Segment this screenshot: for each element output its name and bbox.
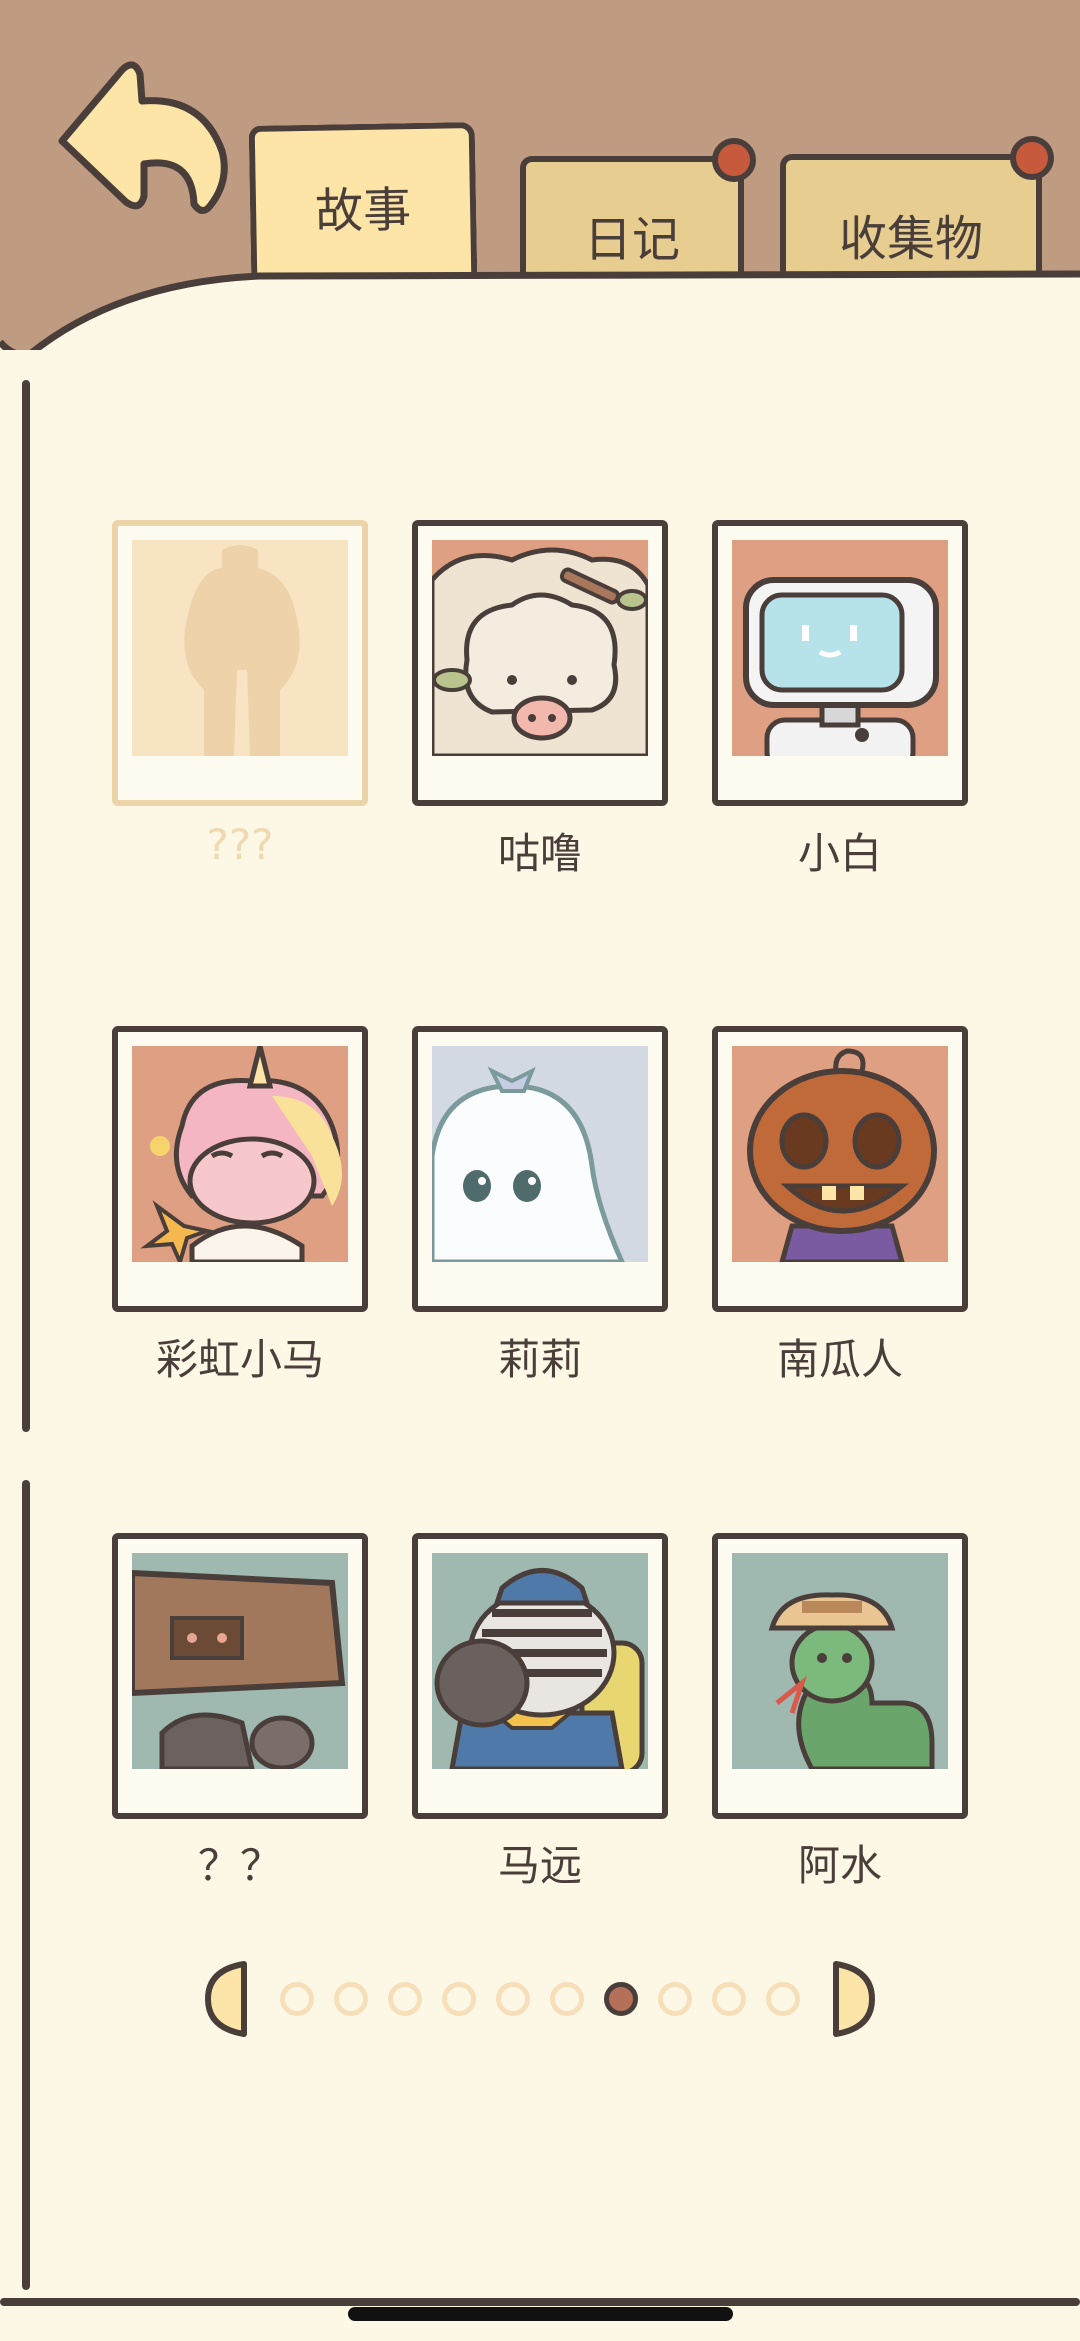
page-dot[interactable]: [658, 1982, 692, 2016]
page-dot[interactable]: [334, 1982, 368, 2016]
back-arrow-icon[interactable]: [52, 56, 232, 226]
character-card[interactable]: [712, 520, 968, 806]
page-gutter-lower: [22, 1480, 30, 2290]
character-name: 阿水: [797, 1841, 882, 1890]
character-card[interactable]: [412, 1026, 668, 1312]
collectibles-notification-badge: [1010, 136, 1054, 180]
robot-icon: [732, 540, 948, 756]
home-indicator[interactable]: [348, 2307, 733, 2321]
tab-story-label: 故事: [314, 182, 412, 240]
page-dot[interactable]: [712, 1982, 746, 2016]
page-dot[interactable]: [496, 1982, 530, 2016]
page-dot[interactable]: [766, 1982, 800, 2016]
page-dot[interactable]: [550, 1982, 584, 2016]
character-name: 马远: [497, 1841, 582, 1890]
character-card[interactable]: [412, 520, 668, 806]
character-name: 南瓜人: [776, 1335, 903, 1384]
character-name: 莉莉: [497, 1335, 582, 1384]
character-name: 咕噜: [497, 829, 582, 878]
character-card[interactable]: [412, 1533, 668, 1819]
box-head-icon: [132, 1553, 348, 1769]
snake-icon: [732, 1553, 948, 1769]
character-name: 彩虹小马: [155, 1335, 324, 1384]
page-dot[interactable]: [388, 1982, 422, 2016]
tab-collectibles-label: 收集物: [838, 211, 983, 267]
collection-screen: 故事 日记 收集物 ??? 咕噜 小白 彩虹小马 莉莉 南瓜人 ？？ 马远 阿水: [0, 0, 1080, 2341]
character-card[interactable]: [112, 1026, 368, 1312]
diary-notification-badge: [712, 138, 756, 182]
character-card[interactable]: [112, 520, 368, 806]
prev-page-arrow-icon[interactable]: [204, 1960, 248, 2038]
page-gutter-upper: [22, 380, 30, 1432]
tab-story[interactable]: 故事: [248, 122, 478, 284]
locked-silhouette-icon: [132, 540, 348, 756]
page-dot[interactable]: [442, 1982, 476, 2016]
tab-diary-label: 日记: [583, 212, 680, 268]
character-card[interactable]: [712, 1533, 968, 1819]
page-dot[interactable]: [280, 1982, 314, 2016]
character-card[interactable]: [112, 1533, 368, 1819]
zebra-icon: [432, 1553, 648, 1769]
sheep-pig-icon: [432, 540, 648, 756]
page-dot[interactable]: [604, 1982, 638, 2016]
unicorn-icon: [132, 1046, 348, 1262]
next-page-arrow-icon[interactable]: [832, 1960, 876, 2038]
ghost-icon: [432, 1046, 648, 1262]
character-name: ？？: [197, 1841, 282, 1890]
character-name: 小白: [797, 829, 882, 878]
character-card[interactable]: [712, 1026, 968, 1312]
character-name: ???: [206, 820, 274, 869]
page-bottom-edge: [0, 2298, 1080, 2306]
pumpkin-icon: [732, 1046, 948, 1262]
